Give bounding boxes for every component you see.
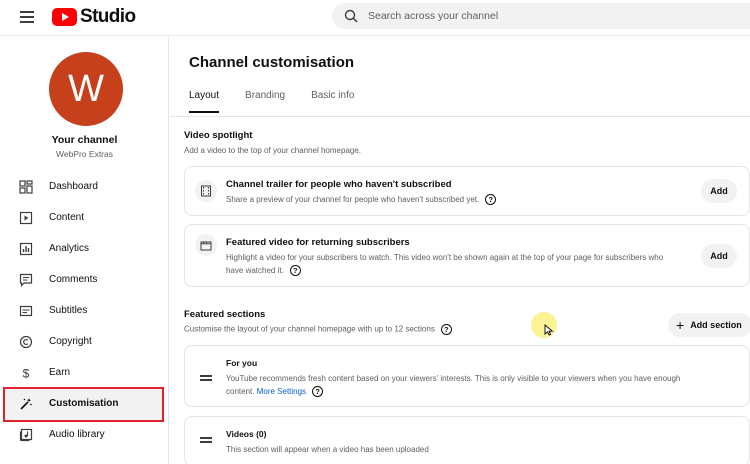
tab-branding[interactable]: Branding (245, 90, 285, 113)
tab-layout[interactable]: Layout (189, 90, 220, 113)
featured-sections-heading: Featured sections (184, 309, 266, 320)
help-icon[interactable]: ? (485, 194, 497, 206)
sidebar-item-subtitles[interactable]: Subtitles (0, 295, 169, 326)
help-icon[interactable]: ? (289, 265, 301, 277)
video-spotlight-subtitle: Add a video to the top of your channel h… (184, 146, 362, 155)
sidebar-item-customisation[interactable]: Customisation (0, 388, 169, 419)
comments-icon (19, 273, 33, 287)
video-spotlight-heading: Video spotlight (184, 130, 253, 141)
for-you-section-card[interactable]: For you YouTube recommends fresh content… (184, 345, 750, 407)
for-you-description-line1: YouTube recommends fresh content based o… (226, 374, 681, 383)
drag-handle-icon[interactable] (200, 375, 212, 381)
youtube-play-icon (52, 8, 77, 26)
sidebar-item-comments[interactable]: Comments (0, 264, 169, 295)
customisation-icon (20, 397, 32, 410)
channel-avatar[interactable]: W (49, 52, 123, 126)
sidebar-item-label: Copyright (49, 336, 92, 347)
sidebar-item-earn[interactable]: $ Earn (0, 357, 169, 388)
sidebar-item-label: Dashboard (49, 181, 98, 192)
add-section-button[interactable]: + Add section (668, 313, 750, 337)
tab-divider (170, 116, 750, 117)
help-icon[interactable]: ? (440, 324, 452, 335)
search-bar[interactable] (332, 3, 750, 29)
channel-trailer-description: Share a preview of your channel for peop… (226, 193, 497, 206)
dashboard-icon (19, 179, 33, 194)
add-section-label: Add section (690, 320, 742, 330)
featured-video-card: Featured video for returning subscribers… (184, 224, 750, 287)
search-icon[interactable] (344, 9, 358, 23)
sidebar-item-label: Subtitles (49, 305, 88, 316)
main-content: Channel customisation Layout Branding Ba… (170, 37, 750, 464)
sidebar-item-label: Comments (49, 274, 98, 285)
page-title: Channel customisation (189, 54, 355, 71)
sidebar-item-label: Audio library (49, 429, 105, 440)
analytics-icon (19, 242, 33, 255)
sidebar-item-audio-library[interactable]: Audio library (0, 419, 169, 450)
drag-handle-icon[interactable] (200, 437, 212, 443)
videos-section-description: This section will appear when a video ha… (226, 445, 429, 454)
featured-video-description-line2: have watched it. (226, 266, 284, 275)
channel-trailer-title: Channel trailer for people who haven't s… (226, 179, 452, 190)
for-you-description-line2-row: content. More Settings? (226, 385, 716, 398)
sidebar-item-dashboard[interactable]: Dashboard (0, 171, 169, 202)
featured-video-description-line2-row: have watched it.? (226, 264, 696, 277)
top-bar: Studio (0, 0, 750, 36)
for-you-description: YouTube recommends fresh content based o… (226, 372, 716, 398)
subtitles-icon (19, 305, 33, 316)
for-you-title: For you (226, 358, 258, 368)
channel-name: WebPro Extras (55, 149, 113, 159)
search-input[interactable] (368, 7, 728, 25)
featured-sections-subtitle: Customise the layout of your channel hom… (184, 324, 435, 334)
featured-video-description-line1: Highlight a video for your subscribers t… (226, 253, 664, 262)
sidebar-item-analytics[interactable]: Analytics (0, 233, 169, 264)
youtube-studio-logo[interactable]: Studio (52, 6, 136, 28)
videos-section-card[interactable]: Videos (0) This section will appear when… (184, 416, 750, 464)
add-featured-video-button[interactable]: Add (701, 244, 737, 268)
sidebar-item-label: Customisation (49, 398, 119, 409)
plus-icon: + (676, 317, 685, 333)
channel-trailer-description-text: Share a preview of your channel for peop… (226, 195, 480, 204)
add-channel-trailer-button[interactable]: Add (701, 179, 737, 203)
channel-trailer-card: Channel trailer for people who haven't s… (184, 166, 750, 216)
svg-text:$: $ (23, 366, 30, 380)
copyright-icon (19, 335, 33, 348)
videos-section-title: Videos (0) (226, 429, 267, 439)
content-icon (19, 211, 33, 224)
audio-library-icon (19, 428, 33, 441)
featured-video-description: Highlight a video for your subscribers t… (226, 251, 696, 277)
tab-basic-info[interactable]: Basic info (311, 90, 354, 113)
tab-bar: Layout Branding Basic info (189, 90, 380, 113)
trailer-icon (195, 180, 217, 202)
hamburger-menu-icon[interactable] (20, 11, 34, 23)
sidebar-item-label: Earn (49, 367, 71, 378)
sidebar-item-label: Analytics (49, 243, 90, 254)
featured-sections-subtitle-row: Customise the layout of your channel hom… (184, 324, 452, 335)
sidebar-nav: Dashboard Content Analytics Comments Sub… (0, 171, 169, 450)
for-you-description-line2: content. (226, 387, 255, 396)
featured-video-icon (195, 234, 217, 256)
mouse-cursor-icon (544, 324, 554, 336)
your-channel-label: Your channel (51, 134, 118, 146)
featured-video-title: Featured video for returning subscribers (226, 237, 410, 248)
sidebar-item-label: Content (49, 212, 85, 223)
sidebar-item-content[interactable]: Content (0, 202, 169, 233)
logo-text: Studio (80, 6, 136, 27)
help-icon[interactable]: ? (312, 386, 324, 398)
earn-icon: $ (23, 366, 30, 380)
sidebar-item-copyright[interactable]: Copyright (0, 326, 169, 357)
more-settings-link[interactable]: More Settings (257, 387, 306, 396)
